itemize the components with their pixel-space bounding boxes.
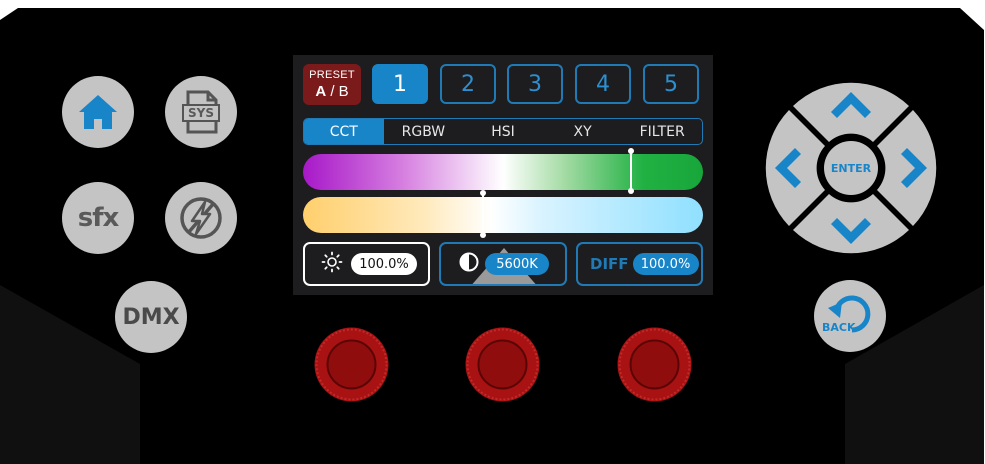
home-button[interactable] [62, 76, 134, 148]
diff-readout[interactable]: DIFF 100.0% [576, 242, 703, 286]
cct-readout[interactable]: 5600K [439, 242, 567, 286]
sys-button[interactable]: SYS [165, 76, 237, 148]
sfx-label: sfx [77, 203, 120, 233]
brightness-readout[interactable]: 100.0% [303, 242, 430, 286]
file-sys-icon: SYS [180, 90, 222, 134]
tab-rgbw[interactable]: RGBW [384, 119, 464, 144]
back-button[interactable]: BACK [814, 280, 886, 352]
preset-3-button[interactable]: 3 [507, 64, 563, 104]
preset-active: A [315, 83, 327, 100]
sys-label: SYS [188, 106, 214, 120]
preset-ab-button[interactable]: PRESET A / B [303, 64, 361, 105]
dmx-label: DMX [122, 304, 180, 330]
diff-label: DIFF [590, 255, 629, 273]
preset-2-button[interactable]: 2 [440, 64, 496, 104]
tab-filter[interactable]: FILTER [622, 119, 702, 144]
preset-1-button[interactable]: 1 [372, 64, 428, 104]
preset-4-button[interactable]: 4 [575, 64, 631, 104]
preset-title: PRESET [309, 69, 355, 81]
preset-separator: / [330, 83, 335, 100]
cct-value: 5600K [485, 253, 549, 275]
back-label: BACK [822, 321, 856, 334]
cct-slider[interactable] [303, 190, 703, 238]
cct-slider-handle[interactable] [480, 190, 486, 238]
knob-right[interactable] [617, 327, 692, 402]
dmx-button[interactable]: DMX [115, 281, 187, 353]
tint-slider-handle[interactable] [628, 148, 634, 194]
power-button[interactable] [165, 182, 237, 254]
display-screen: PRESET A / B 1 2 3 4 5 CCT RGBW HSI XY F… [293, 55, 713, 295]
enter-label: ENTER [830, 162, 872, 175]
knob-center[interactable] [465, 327, 540, 402]
sfx-button[interactable]: sfx [62, 182, 134, 254]
preset-5-button[interactable]: 5 [643, 64, 699, 104]
tab-xy[interactable]: XY [543, 119, 623, 144]
brightness-icon [321, 251, 343, 278]
diff-value: 100.0% [632, 253, 699, 275]
tint-slider[interactable] [303, 148, 703, 194]
knob-left[interactable] [314, 327, 389, 402]
lightning-power-icon [178, 195, 224, 241]
mode-tabs: CCT RGBW HSI XY FILTER [303, 118, 703, 145]
brightness-value: 100.0% [351, 253, 417, 275]
preset-inactive: B [338, 83, 349, 100]
home-icon [77, 92, 119, 132]
tab-hsi[interactable]: HSI [463, 119, 543, 144]
tab-cct[interactable]: CCT [304, 119, 384, 144]
